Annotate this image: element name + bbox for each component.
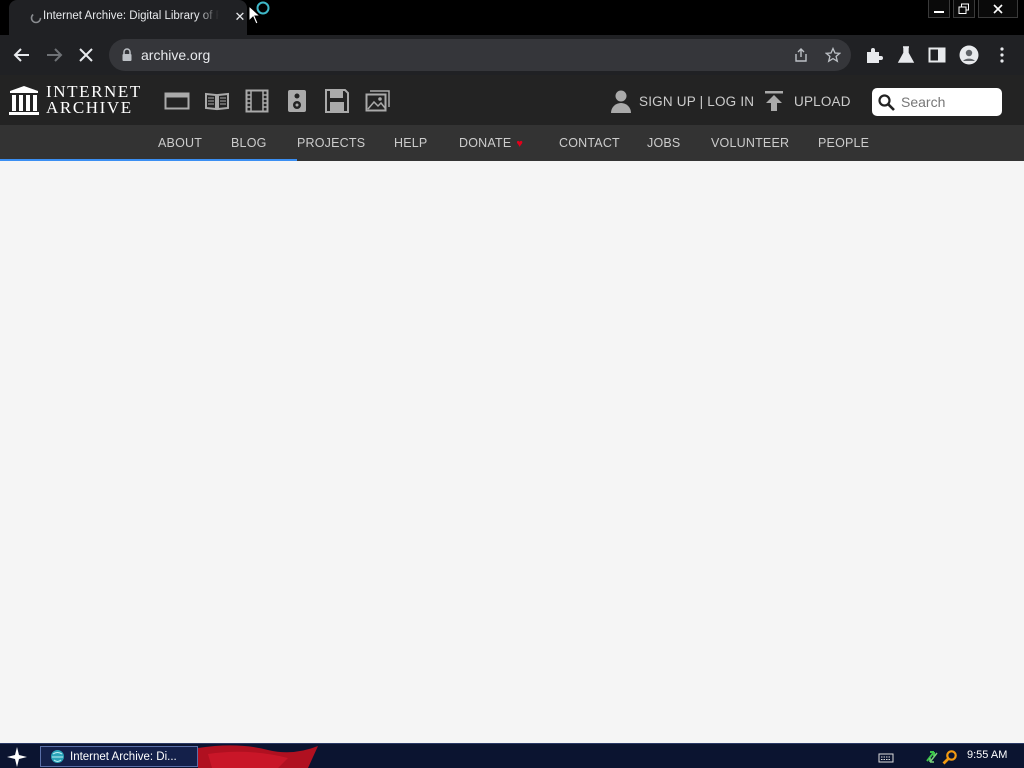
side-panel-icon[interactable] (927, 45, 947, 65)
taskbar: Internet Archive: Di... 9:55 AM (0, 743, 1024, 768)
tray-search-icon[interactable] (942, 749, 958, 765)
upload-label: UPLOAD (794, 93, 851, 109)
keyboard-icon[interactable] (878, 749, 894, 765)
ia-nav-bar: ABOUT BLOG PROJECTS HELP DONATE ♥ CONTACT… (0, 125, 1024, 161)
nav-volunteer[interactable]: VOLUNTEER (711, 136, 789, 150)
software-icon[interactable] (324, 89, 350, 113)
profile-avatar-icon[interactable] (959, 45, 979, 65)
video-icon[interactable] (244, 89, 270, 113)
forward-button[interactable] (42, 43, 66, 67)
url-text[interactable]: archive.org (141, 47, 210, 63)
taskbar-item-label: Internet Archive: Di... (70, 750, 177, 763)
start-star-icon[interactable] (6, 746, 28, 768)
loading-favicon-icon (30, 12, 42, 24)
stop-x-icon (79, 48, 93, 62)
nav-contact[interactable]: CONTACT (559, 136, 620, 150)
lock-icon (122, 48, 132, 61)
sign-up-log-in-label: SIGN UP | LOG IN (639, 93, 755, 109)
share-icon[interactable] (793, 47, 809, 63)
web-icon[interactable] (164, 89, 190, 113)
ia-logo-wordmark[interactable]: INTERNET ARCHIVE (46, 83, 142, 117)
nav-people[interactable]: PEOPLE (818, 136, 869, 150)
browser-globe-icon (51, 750, 64, 763)
audio-icon[interactable] (284, 89, 310, 113)
browser-menu-icon[interactable] (992, 45, 1012, 65)
stop-loading-button[interactable] (74, 43, 98, 67)
page-content-area (0, 161, 1024, 743)
forward-arrow-icon (47, 48, 63, 62)
nav-help[interactable]: HELP (394, 136, 427, 150)
nav-donate[interactable]: DONATE ♥ (459, 136, 523, 150)
labs-flask-icon[interactable] (896, 45, 916, 65)
user-icon (611, 90, 631, 113)
tab-close-icon[interactable]: ✕ (233, 10, 247, 24)
nav-blog[interactable]: BLOG (231, 136, 267, 150)
back-button[interactable] (10, 43, 34, 67)
nav-jobs[interactable]: JOBS (647, 136, 680, 150)
decorative-flag-icon (198, 745, 318, 768)
clock: 9:55 AM (967, 749, 1008, 761)
browser-toolbar: archive.org (0, 35, 1024, 75)
taskbar-browser-item[interactable]: Internet Archive: Di... (40, 746, 198, 767)
search-input[interactable] (899, 92, 997, 112)
bookmark-star-icon[interactable] (825, 47, 841, 63)
nav-projects[interactable]: PROJECTS (297, 136, 365, 150)
minimize-button[interactable] (928, 0, 950, 18)
browser-tab[interactable]: Internet Archive: Digital Library of Fre… (9, 0, 247, 35)
mouse-cursor-icon (248, 5, 262, 25)
close-window-button[interactable] (978, 0, 1018, 18)
archive-building-logo-icon[interactable] (9, 85, 39, 117)
address-bar[interactable]: archive.org (109, 39, 851, 71)
tab-title: Internet Archive: Digital Library of Fre… (43, 10, 219, 22)
nav-donate-label: DONATE (459, 136, 512, 150)
search-icon[interactable] (878, 94, 895, 111)
upload-arrow-icon (765, 91, 783, 111)
browser-titlebar: Internet Archive: Digital Library of Fre… (0, 0, 1024, 35)
extensions-puzzle-icon[interactable] (864, 45, 884, 65)
upload-link[interactable]: UPLOAD (764, 89, 851, 113)
sign-in-link[interactable]: SIGN UP | LOG IN (610, 89, 754, 113)
ia-header: INTERNET ARCHIVE SIGN UP | LOG IN UPLOAD… (0, 75, 1024, 125)
restore-button[interactable] (953, 0, 975, 18)
nav-about[interactable]: ABOUT (158, 136, 202, 150)
back-arrow-icon (13, 48, 29, 62)
network-arrows-icon[interactable] (924, 749, 940, 765)
logo-line-archive: ARCHIVE (46, 98, 133, 117)
heart-icon: ♥ (516, 138, 524, 150)
search-box[interactable] (872, 88, 1002, 116)
images-icon[interactable] (364, 89, 390, 113)
texts-icon[interactable] (204, 89, 230, 113)
